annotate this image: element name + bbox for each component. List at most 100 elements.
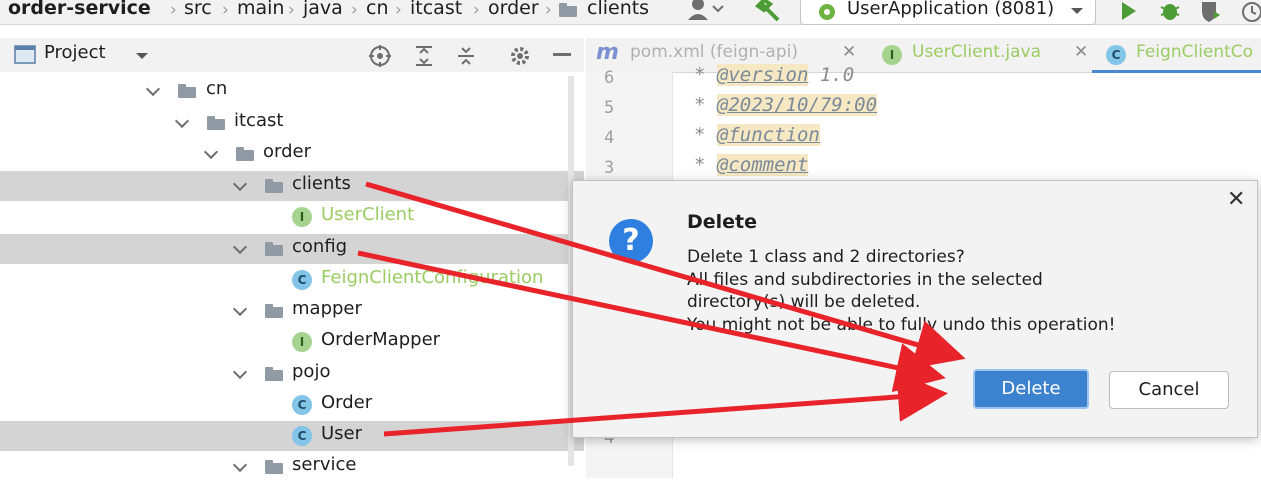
folder-icon <box>236 147 254 161</box>
chevron-down-icon[interactable] <box>232 239 248 255</box>
breadcrumb-src[interactable]: src <box>184 0 212 19</box>
gear-icon[interactable] <box>508 44 532 68</box>
collapse-all-icon[interactable] <box>454 44 478 68</box>
interface-icon: I <box>292 207 312 227</box>
tree-node-config[interactable]: config <box>0 234 584 264</box>
tree-node-user[interactable]: C User <box>0 421 584 451</box>
javadoc-tag: @version <box>716 64 809 86</box>
folder-icon <box>207 116 225 130</box>
chevron-down-icon[interactable] <box>134 50 150 62</box>
comment-text: 1.0 <box>808 64 855 86</box>
breadcrumb-order[interactable]: order <box>488 0 539 19</box>
code-line[interactable]: * @2023/10/79:00 <box>694 94 878 116</box>
tree-node-label: cn <box>206 78 228 99</box>
class-icon: C <box>1106 45 1126 65</box>
code-line[interactable]: * @function <box>694 124 820 146</box>
chevron-down-icon[interactable] <box>232 364 248 380</box>
tree-node-order-class[interactable]: C Order <box>0 390 584 420</box>
breadcrumb-separator: › <box>170 0 177 20</box>
tree-node-label: itcast <box>234 110 284 131</box>
code-line[interactable]: * @comment <box>694 154 809 176</box>
breadcrumb-project[interactable]: order-service <box>8 0 151 19</box>
breadcrumb-cn[interactable]: cn <box>366 0 389 19</box>
line-number: 3 <box>604 158 615 178</box>
interface-icon: I <box>292 332 312 352</box>
tree-node-userclient[interactable]: I UserClient <box>0 202 584 232</box>
tab-feignclientconfiguration[interactable]: FeignClientCo <box>1136 42 1253 62</box>
chevron-down-icon[interactable] <box>232 301 248 317</box>
tree-node-label: mapper <box>292 298 362 319</box>
tab-pom-xml[interactable]: pom.xml (feign-api) <box>630 42 798 62</box>
dialog-message: You might not be able to fully undo this… <box>687 315 1116 335</box>
breadcrumb-separator: › <box>351 0 358 20</box>
project-tree: cn itcast order clients I UserClient con… <box>0 76 584 478</box>
run-configuration-label: UserApplication (8081) <box>847 0 1055 19</box>
line-number: 5 <box>604 98 615 118</box>
cancel-button[interactable]: Cancel <box>1109 371 1229 409</box>
tree-node-ordermapper[interactable]: I OrderMapper <box>0 327 584 357</box>
tree-node-pojo[interactable]: pojo <box>0 359 584 389</box>
tree-node-itcast[interactable]: itcast <box>0 108 584 138</box>
project-panel-title[interactable]: Project <box>44 42 106 63</box>
comment-prefix: * <box>694 124 717 146</box>
navigation-bar: order-service › src › main › java › cn ›… <box>0 0 1261 25</box>
profiler-clock-icon[interactable] <box>1240 0 1261 24</box>
javadoc-tag: @function <box>716 124 820 146</box>
user-menu-icon[interactable] <box>686 0 726 24</box>
tree-node-label: UserClient <box>321 204 415 225</box>
comment-prefix: * <box>694 64 717 86</box>
chevron-down-icon[interactable] <box>232 176 248 192</box>
debug-bug-icon[interactable] <box>1158 0 1182 23</box>
editor-tab-bar: m pom.xml (feign-api) ✕ I UserClient.jav… <box>586 38 1261 73</box>
tree-node-label: order <box>263 141 311 162</box>
delete-button[interactable]: Delete <box>973 369 1089 409</box>
tab-userclient[interactable]: UserClient.java <box>912 42 1041 62</box>
folder-icon <box>559 3 577 17</box>
hide-panel-icon[interactable] <box>552 52 574 58</box>
tree-node-label: User <box>321 423 363 444</box>
breadcrumb-clients[interactable]: clients <box>587 0 649 19</box>
active-tab-indicator <box>1092 70 1261 73</box>
breadcrumb-itcast[interactable]: itcast <box>410 0 462 19</box>
run-icon[interactable] <box>1118 0 1140 22</box>
tree-node-label: pojo <box>292 361 331 382</box>
tree-node-cn[interactable]: cn <box>0 76 584 106</box>
folder-icon <box>265 367 283 381</box>
build-hammer-icon[interactable] <box>754 0 784 24</box>
tree-node-label: Order <box>321 392 373 413</box>
maven-icon: m <box>596 40 619 65</box>
expand-all-icon[interactable] <box>412 44 436 68</box>
chevron-down-icon[interactable] <box>232 457 248 473</box>
code-line[interactable]: * @version 1.0 <box>694 64 854 86</box>
tree-node-clients[interactable]: clients <box>0 171 584 201</box>
breadcrumb-main[interactable]: main <box>237 0 284 19</box>
locate-target-icon[interactable] <box>368 44 392 68</box>
chevron-down-icon <box>1071 8 1083 14</box>
folder-icon <box>265 242 283 256</box>
class-icon: C <box>292 395 312 415</box>
folder-icon <box>265 304 283 318</box>
tree-node-feignclientconfiguration[interactable]: C FeignClientConfiguration <box>0 265 584 295</box>
project-panel-header: Project <box>0 38 584 72</box>
chevron-down-icon[interactable] <box>203 144 219 160</box>
coverage-shield-icon[interactable] <box>1198 0 1222 23</box>
chevron-down-icon[interactable] <box>145 81 161 97</box>
close-icon[interactable]: ✕ <box>842 42 856 62</box>
breadcrumb-java[interactable]: java <box>303 0 343 19</box>
close-icon[interactable]: ✕ <box>1227 187 1245 212</box>
close-icon[interactable]: ✕ <box>1074 42 1088 62</box>
class-icon: C <box>292 426 312 446</box>
dialog-message: directory(s) will be deleted. <box>687 292 921 312</box>
line-number: 4 <box>604 128 615 148</box>
breadcrumb-separator: › <box>545 0 552 20</box>
tree-node-label: config <box>292 236 348 257</box>
breadcrumb-separator: › <box>288 0 295 20</box>
comment-prefix: * <box>694 154 717 176</box>
tree-node-mapper[interactable]: mapper <box>0 296 584 326</box>
breadcrumb-separator: › <box>473 0 480 20</box>
chevron-down-icon[interactable] <box>174 113 190 129</box>
tree-node-order[interactable]: order <box>0 139 584 169</box>
run-configuration-selector[interactable]: UserApplication (8081) <box>800 0 1096 25</box>
javadoc-tag: @comment <box>716 154 809 176</box>
dialog-message: All files and subdirectories in the sele… <box>687 270 1043 290</box>
